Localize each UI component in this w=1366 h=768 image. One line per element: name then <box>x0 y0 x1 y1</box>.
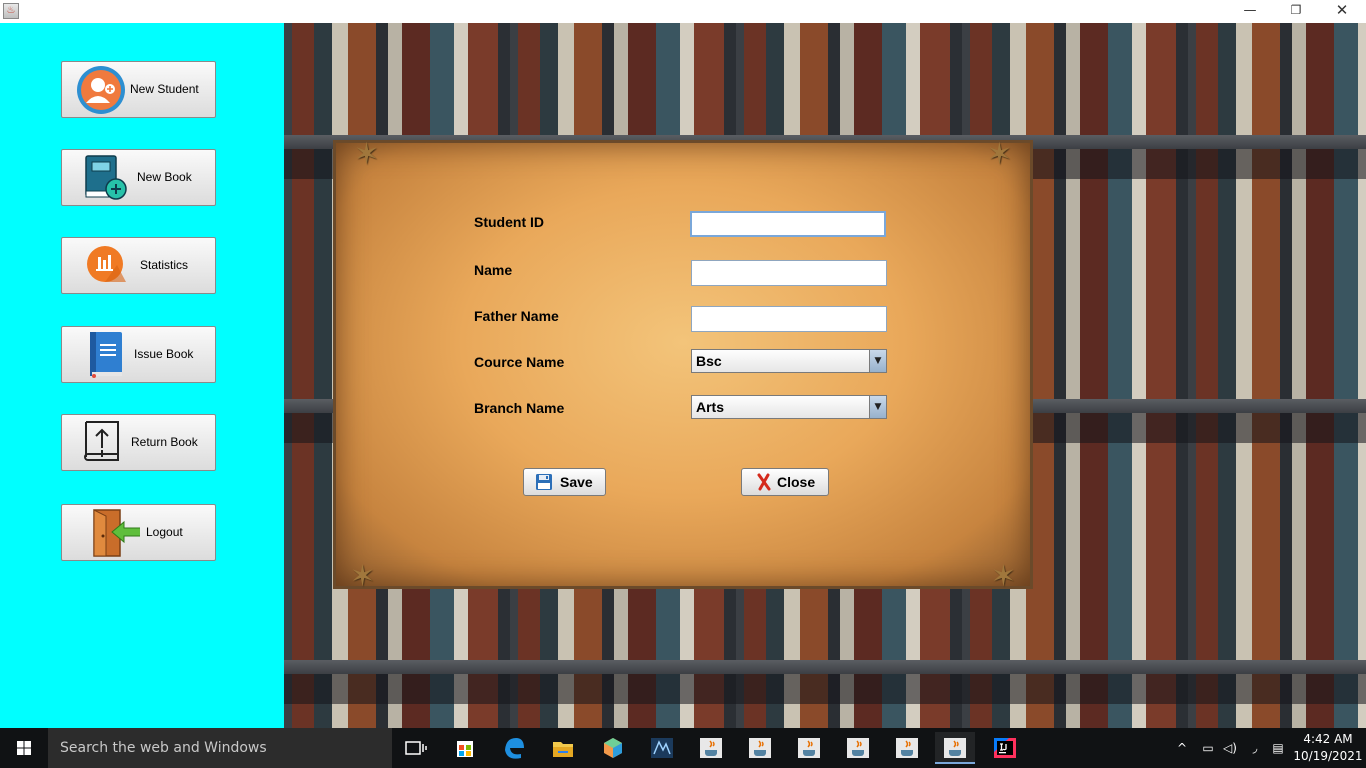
student-id-label: Student ID <box>474 214 544 230</box>
chevron-down-icon[interactable]: ▼ <box>869 350 886 372</box>
start-button[interactable] <box>0 728 48 768</box>
floppy-disk-icon <box>536 474 552 490</box>
student-form-panel: ✶ ✶ ✶ ✶ Student ID Name Father Name Cour… <box>333 137 1033 594</box>
taskbar-search[interactable]: Search the web and Windows <box>48 728 392 768</box>
star-ornament-icon: ✶ <box>990 559 1016 594</box>
java-app-icon[interactable] <box>935 732 975 764</box>
save-label: Save <box>560 474 593 490</box>
statistics-button[interactable]: Statistics <box>61 237 216 294</box>
save-button[interactable]: Save <box>523 468 606 496</box>
course-selected-value: Bsc <box>696 353 722 369</box>
java-app-icon[interactable] <box>740 732 780 764</box>
father-name-input[interactable] <box>691 306 887 332</box>
course-name-select[interactable]: Bsc ▼ <box>691 349 887 373</box>
add-user-icon <box>77 66 125 114</box>
close-button[interactable]: Close <box>741 468 829 496</box>
issue-book-button[interactable]: Issue Book <box>61 326 216 383</box>
star-ornament-icon: ✶ <box>354 137 380 172</box>
return-book-icon <box>84 421 119 461</box>
name-label: Name <box>474 262 513 278</box>
store-icon[interactable] <box>445 732 485 764</box>
statistics-label: Statistics <box>140 258 189 272</box>
clock-date: 10/19/2021 <box>1293 749 1363 763</box>
battery-icon[interactable]: ▭ <box>1198 728 1218 768</box>
java-app-icon[interactable] <box>691 732 731 764</box>
star-ornament-icon: ✶ <box>986 137 1012 172</box>
bar-chart-icon <box>87 246 126 282</box>
book-icon <box>90 332 122 378</box>
new-student-label: New Student <box>130 82 199 96</box>
system-clock[interactable]: 4:42 AM 10/19/2021 <box>1292 731 1364 765</box>
java-cup-icon[interactable]: ♨ <box>3 3 19 19</box>
minimize-button[interactable]: — <box>1227 0 1273 23</box>
maximize-button[interactable]: ❐ <box>1273 0 1319 23</box>
wifi-icon[interactable]: ◞ <box>1245 728 1265 768</box>
search-placeholder: Search the web and Windows <box>60 740 267 756</box>
task-view-icon[interactable] <box>396 732 436 764</box>
notifications-icon[interactable]: ▤ <box>1268 728 1288 768</box>
red-x-icon <box>757 473 771 491</box>
file-explorer-icon[interactable] <box>543 732 583 764</box>
return-book-label: Return Book <box>131 435 198 449</box>
cube-app-icon[interactable] <box>593 732 633 764</box>
new-book-button[interactable]: New Book <box>61 149 216 206</box>
name-input[interactable] <box>691 260 887 286</box>
volume-icon[interactable]: ◁) <box>1220 728 1240 768</box>
logout-door-icon <box>93 509 140 557</box>
chevron-down-icon[interactable]: ▼ <box>869 396 886 418</box>
java-app-icon[interactable] <box>887 732 927 764</box>
chevron-up-icon[interactable]: ^ <box>1174 728 1190 768</box>
close-label: Close <box>777 474 816 490</box>
branch-name-select[interactable]: Arts ▼ <box>691 395 887 419</box>
close-window-button[interactable]: ✕ <box>1319 0 1365 23</box>
star-ornament-icon: ✶ <box>350 559 376 594</box>
java-app-icon[interactable] <box>838 732 878 764</box>
issue-book-label: Issue Book <box>134 347 194 361</box>
shelf-divider <box>284 660 1366 674</box>
branch-name-label: Branch Name <box>474 400 565 416</box>
logout-button[interactable]: Logout <box>61 504 216 561</box>
new-book-label: New Book <box>137 170 192 184</box>
java-app-icon[interactable] <box>789 732 829 764</box>
intellij-idea-icon[interactable] <box>985 732 1025 764</box>
clock-time: 4:42 AM <box>1303 732 1353 746</box>
title-bar: ♨ — ❐ ✕ <box>0 0 1366 23</box>
father-name-label: Father Name <box>474 308 559 324</box>
return-book-button[interactable]: Return Book <box>61 414 216 471</box>
course-name-label: Cource Name <box>474 354 565 370</box>
add-book-icon <box>85 155 127 200</box>
mysql-workbench-icon[interactable] <box>642 732 682 764</box>
edge-browser-icon[interactable] <box>494 732 534 764</box>
sidebar: New Student New Book Statistics Issue Bo… <box>0 23 284 728</box>
taskbar: Search the web and Windows ^ ▭ ◁) ◞ ▤ 4:… <box>0 728 1366 768</box>
logout-label: Logout <box>146 525 183 539</box>
new-student-button[interactable]: New Student <box>61 61 216 118</box>
student-id-input[interactable] <box>690 211 886 237</box>
shelf-shadow <box>284 674 1366 704</box>
windows-logo-icon <box>17 741 31 755</box>
branch-selected-value: Arts <box>696 399 725 415</box>
